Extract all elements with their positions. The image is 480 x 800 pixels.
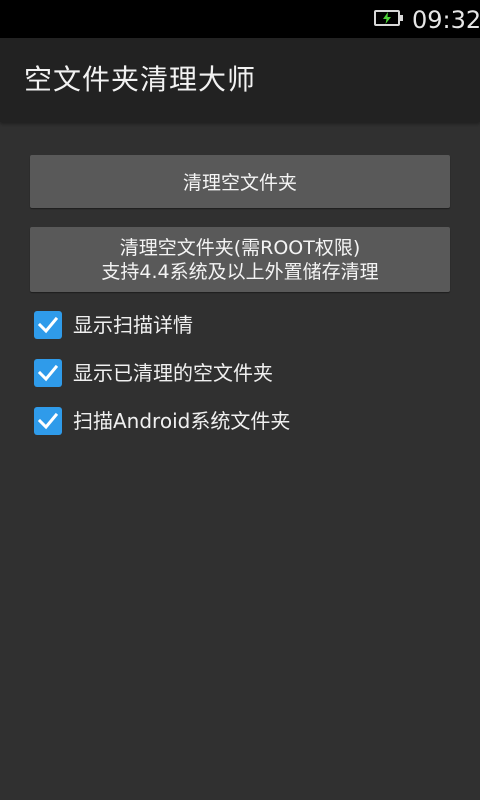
status-bar: 09:32 xyxy=(0,0,480,38)
root-button-line2: 支持4.4系统及以上外置储存清理 xyxy=(101,260,379,283)
option-show-cleaned-folders[interactable]: 显示已清理的空文件夹 xyxy=(34,359,273,387)
checkbox-scan-android-folders[interactable] xyxy=(34,407,62,435)
checkmark-icon xyxy=(38,364,58,382)
checkbox-show-scan-details[interactable] xyxy=(34,311,62,339)
checkbox-show-cleaned-folders[interactable] xyxy=(34,359,62,387)
clean-root-button[interactable]: 清理空文件夹(需ROOT权限) 支持4.4系统及以上外置储存清理 xyxy=(30,227,450,292)
root-button-line1: 清理空文件夹(需ROOT权限) xyxy=(119,236,361,259)
option-show-scan-details[interactable]: 显示扫描详情 xyxy=(34,311,193,339)
battery-charging-icon xyxy=(374,10,403,26)
option-label: 显示已清理的空文件夹 xyxy=(73,361,273,385)
checkmark-icon xyxy=(38,316,58,334)
status-clock: 09:32 xyxy=(412,6,480,34)
clean-button-label: 清理空文件夹 xyxy=(182,172,297,194)
option-label: 扫描Android系统文件夹 xyxy=(73,409,291,433)
checkmark-icon xyxy=(38,412,58,430)
option-scan-android-folders[interactable]: 扫描Android系统文件夹 xyxy=(34,407,290,435)
action-bar: 空文件夹清理大师 xyxy=(0,38,480,122)
app-title: 空文件夹清理大师 xyxy=(24,63,257,96)
clean-empty-folders-button[interactable]: 清理空文件夹 xyxy=(30,155,450,208)
option-label: 显示扫描详情 xyxy=(73,313,193,337)
